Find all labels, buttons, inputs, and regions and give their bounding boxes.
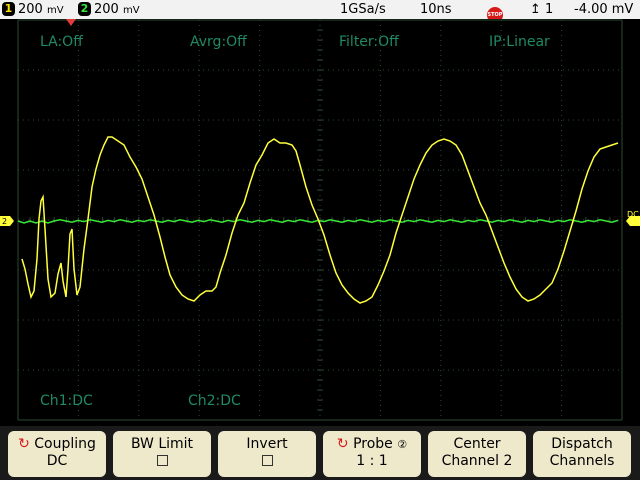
ch2-unit: mV	[122, 5, 140, 16]
dispatch-value: Channels	[549, 453, 615, 469]
ch2-coupling-status: Ch2:DC	[188, 393, 241, 409]
invert-softkey[interactable]: Invert	[218, 431, 316, 477]
sample-rate: 1GSa/s	[340, 2, 386, 17]
ch2-badge: 2	[78, 2, 91, 16]
bw-limit-checkbox[interactable]	[156, 455, 168, 466]
dispatch-channels-softkey[interactable]: Dispatch Channels	[533, 431, 631, 477]
center-value: Channel 2	[441, 453, 513, 469]
dispatch-label: Dispatch	[551, 436, 613, 452]
softkey-menu: ↻ Coupling DC BW Limit Invert ↻ Probe ② …	[0, 426, 640, 480]
ip-status: IP:Linear	[489, 34, 550, 50]
ch1-coupling-status: Ch1:DC	[40, 393, 93, 409]
ch2-scale-readout[interactable]: 2 200 mV	[78, 1, 140, 19]
ch1-badge: 1	[2, 2, 15, 16]
probe-label: Probe	[353, 436, 393, 452]
ch-right-label: DC	[627, 210, 639, 219]
coupling-label: Coupling	[34, 436, 96, 452]
probe-channel-badge: ②	[397, 438, 408, 451]
ch2-scale: 200	[94, 2, 119, 17]
status-bar: 1 200 mV 2 200 mV 1GSa/s 10ns STOP ↥ 1 -4.…	[0, 0, 640, 23]
ch1-unit: mV	[46, 5, 64, 16]
bw-limit-softkey[interactable]: BW Limit	[113, 431, 211, 477]
invert-checkbox[interactable]	[261, 455, 273, 466]
trigger-edge-icon: ↥	[530, 2, 541, 17]
center-label: Center	[453, 436, 501, 452]
trigger-channel: 1	[545, 2, 554, 17]
center-channel-softkey[interactable]: Center Channel 2	[428, 431, 526, 477]
trigger-level: -4.00 mV	[574, 2, 634, 17]
ch-left-label: 2	[2, 217, 7, 226]
ch1-scale: 200	[18, 2, 43, 17]
probe-softkey[interactable]: ↻ Probe ② 1 : 1	[323, 431, 421, 477]
coupling-softkey[interactable]: ↻ Coupling DC	[8, 431, 106, 477]
graticule: 2 DC	[0, 19, 640, 423]
waveform-display[interactable]: 2 DC LA:Off Avrg:Off Filter:Off IP:Linea…	[0, 19, 640, 423]
invert-label: Invert	[246, 436, 288, 452]
trigger-level-marker[interactable]: DC	[626, 210, 640, 226]
la-status: LA:Off	[40, 34, 83, 50]
filter-status: Filter:Off	[339, 34, 399, 50]
ch1-scale-readout[interactable]: 1 200 mV	[2, 1, 64, 19]
rotary-knob-icon: ↻	[18, 436, 30, 452]
probe-value: 1 : 1	[356, 453, 388, 469]
bw-limit-label: BW Limit	[130, 436, 194, 452]
trigger-source[interactable]: ↥ 1	[530, 1, 553, 18]
timebase[interactable]: 10ns	[420, 1, 452, 18]
avrg-status: Avrg:Off	[190, 34, 247, 50]
coupling-value: DC	[46, 453, 68, 469]
rotary-knob-icon: ↻	[336, 436, 349, 452]
